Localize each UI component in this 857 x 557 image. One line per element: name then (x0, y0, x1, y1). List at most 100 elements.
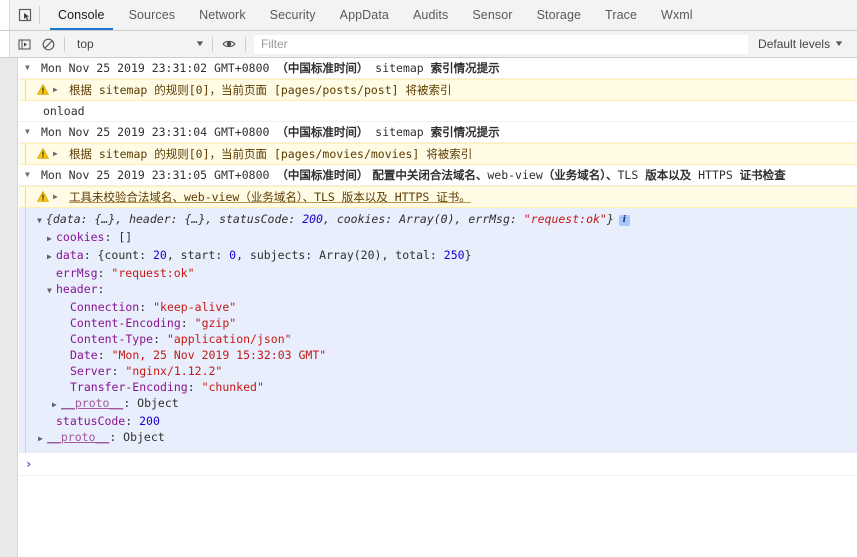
group-disclosure-triangle[interactable] (25, 167, 34, 183)
toolbar-divider (64, 36, 65, 52)
console-group-row[interactable]: Mon Nov 25 2019 23:31:04 GMT+0800 （中国标准时… (19, 122, 857, 143)
message-text-segment: 将被索引 (405, 83, 452, 97)
object-token: "request:ok" (523, 212, 607, 226)
warning-triangle-icon (37, 191, 49, 202)
object-summary-line[interactable]: {data: {…}, header: {…}, statusCode: 200… (37, 211, 857, 229)
console-message-list: Mon Nov 25 2019 23:31:02 GMT+0800 （中国标准时… (0, 58, 857, 557)
object-property-row[interactable]: Content-Encoding: "gzip" (37, 315, 857, 331)
inspect-element-icon[interactable] (11, 0, 39, 30)
log-levels-label: Default levels (758, 37, 831, 51)
tab-sensor[interactable]: Sensor (460, 0, 524, 30)
object-token: cookies (56, 230, 105, 244)
message-text-segment: web-view (183, 190, 240, 204)
message-text-segment: 当前页面 (221, 83, 268, 97)
object-token: {data: {…}, header: {…}, statusCode: (46, 212, 303, 226)
stack-disclosure-triangle[interactable] (53, 146, 62, 162)
object-token: [] (118, 230, 133, 244)
tab-label: AppData (339, 8, 389, 22)
object-property-row[interactable]: Transfer-Encoding: "chunked" (37, 379, 857, 395)
property-disclosure-triangle[interactable] (38, 431, 47, 447)
object-property-row[interactable]: cookies: [] (37, 229, 857, 247)
tab-label: Sensor (472, 8, 513, 22)
tab-network[interactable]: Network (187, 0, 258, 30)
object-property-row[interactable]: Content-Type: "application/json" (37, 331, 857, 347)
message-text-segment: 的规则 (154, 83, 189, 97)
tab-security[interactable]: Security (258, 0, 328, 30)
object-property-row[interactable]: __proto__: Object (37, 395, 857, 413)
object-token: , start: (166, 248, 230, 262)
object-property-row[interactable]: Server: "nginx/1.12.2" (37, 363, 857, 379)
object-token: : Object (123, 396, 179, 410)
tab-label: Audits (413, 8, 449, 22)
object-property-row[interactable]: __proto__: Object (37, 429, 857, 447)
object-token: "Mon, 25 Nov 2019 15:32:03 GMT" (111, 348, 327, 362)
message-text-segment: HTTPS (387, 190, 437, 204)
message-text-segment: 当前页面 (221, 147, 268, 161)
message-text-segment: sitemap (368, 125, 431, 139)
object-token: Server (70, 364, 112, 378)
console-object-row[interactable]: {data: {…}, header: {…}, statusCode: 200… (19, 208, 857, 453)
console-warning-row[interactable]: 根据 sitemap 的规则[0]，当前页面 [pages/posts/post… (19, 79, 857, 101)
message-text-segment: [0]， (188, 83, 222, 97)
object-token: "keep-alive" (153, 300, 237, 314)
show-console-sidebar-icon[interactable] (12, 32, 36, 56)
console-messages: Mon Nov 25 2019 23:31:02 GMT+0800 （中国标准时… (19, 58, 857, 557)
property-disclosure-triangle[interactable] (47, 283, 56, 299)
live-expression-eye-icon[interactable] (217, 32, 241, 56)
object-token: } (606, 212, 614, 226)
object-token: 20 (152, 248, 167, 262)
console-warning-row[interactable]: 工具未校验合法域名、web-view（业务域名）、TLS 版本以及 HTTPS … (19, 186, 857, 208)
group-disclosure-triangle[interactable] (25, 124, 34, 140)
object-token: "nginx/1.12.2" (125, 364, 223, 378)
object-token: statusCode (56, 414, 126, 428)
info-badge-icon[interactable]: i (618, 215, 630, 226)
group-disclosure-triangle[interactable] (25, 60, 34, 76)
message-text-segment: TLS (617, 168, 646, 182)
object-token: 250 (443, 248, 465, 262)
console-prompt[interactable]: › (19, 453, 857, 476)
console-warning-row[interactable]: 根据 sitemap 的规则[0]，当前页面 [pages/movies/mov… (19, 143, 857, 165)
object-token: : (139, 300, 154, 314)
console-filter-input[interactable] (254, 34, 749, 54)
object-token: Content-Type (70, 332, 154, 346)
object-property-row[interactable]: errMsg: "request:ok" (37, 265, 857, 281)
object-property-row[interactable]: Connection: "keep-alive" (37, 299, 857, 315)
message-text-segment: （业务域名）、 (239, 190, 315, 204)
object-property-row[interactable]: statusCode: 200 (37, 413, 857, 429)
object-property-row[interactable]: header: (37, 281, 857, 299)
object-property-row[interactable]: data: {count: 20, start: 0, subjects: Ar… (37, 247, 857, 265)
object-disclosure-triangle[interactable] (37, 213, 46, 229)
execution-context-selector[interactable]: top ▼ (69, 37, 208, 51)
message-text-segment: 工具未校验合法域名、 (68, 190, 184, 204)
object-token: : Object (109, 430, 165, 444)
console-group-row[interactable]: Mon Nov 25 2019 23:31:02 GMT+0800 （中国标准时… (19, 58, 857, 79)
stack-disclosure-triangle[interactable] (53, 82, 62, 98)
tab-sources[interactable]: Sources (117, 0, 188, 30)
object-token: : (153, 332, 167, 346)
prompt-arrow-icon: › (25, 457, 33, 471)
object-token: Date (70, 348, 98, 362)
object-token: errMsg (56, 266, 98, 280)
property-disclosure-triangle[interactable] (47, 231, 56, 247)
console-log-row[interactable]: onload (19, 101, 857, 122)
tab-trace[interactable]: Trace (593, 0, 649, 30)
property-disclosure-triangle[interactable] (52, 397, 61, 413)
message-text-segment: （中国标准时间） (276, 61, 369, 75)
message-text-segment: 根据 (68, 147, 92, 161)
message-text-segment: sitemap (91, 147, 155, 161)
log-levels-dropdown[interactable]: Default levels ▼ (750, 37, 857, 51)
object-token: : (97, 348, 112, 362)
message-text-segment: TLS (314, 190, 342, 204)
tab-audits[interactable]: Audits (401, 0, 460, 30)
tab-appdata[interactable]: AppData (328, 0, 401, 30)
message-text-segment: sitemap (91, 83, 155, 97)
property-disclosure-triangle[interactable] (47, 249, 56, 265)
console-group-row[interactable]: Mon Nov 25 2019 23:31:05 GMT+0800 （中国标准时… (19, 165, 857, 186)
message-text-segment: onload (43, 104, 85, 118)
stack-disclosure-triangle[interactable] (53, 189, 62, 205)
object-property-row[interactable]: Date: "Mon, 25 Nov 2019 15:32:03 GMT" (37, 347, 857, 363)
tab-storage[interactable]: Storage (525, 0, 593, 30)
tab-wxml[interactable]: Wxml (649, 0, 705, 30)
tab-console[interactable]: Console (46, 0, 117, 30)
clear-console-icon[interactable] (36, 32, 60, 56)
